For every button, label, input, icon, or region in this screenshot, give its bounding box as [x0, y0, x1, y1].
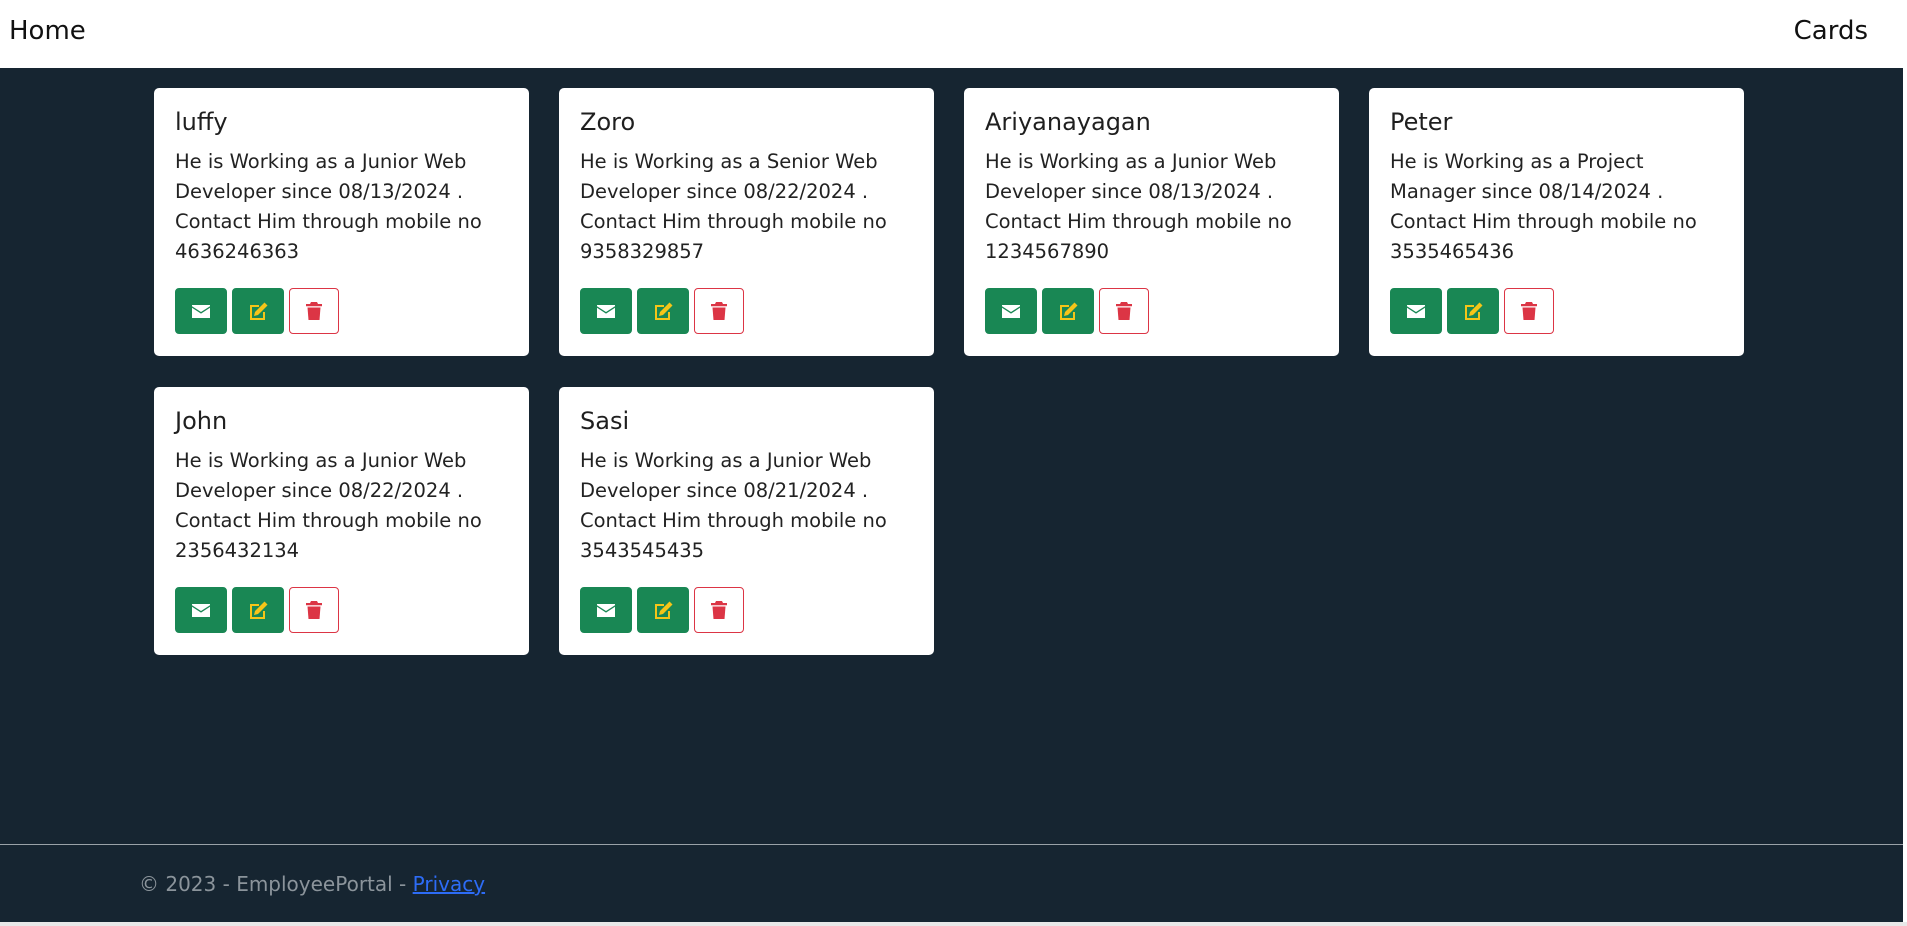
- edit-button[interactable]: [637, 288, 689, 334]
- employee-card: Peter He is Working as a Project Manager…: [1369, 88, 1744, 356]
- delete-button[interactable]: [1504, 288, 1554, 334]
- edit-button[interactable]: [232, 587, 284, 633]
- edit-button[interactable]: [1042, 288, 1094, 334]
- trash-icon: [1116, 302, 1132, 320]
- email-button[interactable]: [985, 288, 1037, 334]
- window-edge-bottom: [0, 922, 1907, 926]
- page-background: Home Cards luffy He is Working as a Juni…: [0, 0, 1903, 922]
- email-button[interactable]: [580, 288, 632, 334]
- nav-cards-link[interactable]: Cards: [1794, 14, 1868, 48]
- envelope-icon: [597, 603, 615, 617]
- edit-icon: [250, 601, 268, 619]
- employee-description: He is Working as a Project Manager since…: [1390, 150, 1697, 263]
- employee-card: Zoro He is Working as a Senior Web Devel…: [559, 88, 934, 356]
- card-actions: [580, 587, 744, 633]
- delete-button[interactable]: [289, 587, 339, 633]
- nav-home-link[interactable]: Home: [9, 14, 86, 48]
- envelope-icon: [1407, 304, 1425, 318]
- employee-name: Zoro: [580, 108, 636, 136]
- edit-icon: [1060, 302, 1078, 320]
- delete-button[interactable]: [694, 288, 744, 334]
- employee-description: He is Working as a Junior Web Developer …: [985, 150, 1292, 263]
- email-button[interactable]: [1390, 288, 1442, 334]
- footer: © 2023 - EmployeePortal - Privacy: [139, 871, 485, 897]
- employee-name: John: [175, 407, 228, 435]
- employee-card: Sasi He is Working as a Junior Web Devel…: [559, 387, 934, 655]
- employee-description: He is Working as a Senior Web Developer …: [580, 150, 887, 263]
- edit-button[interactable]: [1447, 288, 1499, 334]
- employee-card: luffy He is Working as a Junior Web Deve…: [154, 88, 529, 356]
- card-actions: [175, 587, 339, 633]
- envelope-icon: [192, 304, 210, 318]
- window-edge-right: [1903, 0, 1907, 926]
- trash-icon: [306, 601, 322, 619]
- card-actions: [175, 288, 339, 334]
- footer-copyright: © 2023 - EmployeePortal -: [139, 872, 413, 896]
- card-actions: [580, 288, 744, 334]
- envelope-icon: [597, 304, 615, 318]
- delete-button[interactable]: [694, 587, 744, 633]
- card-actions: [985, 288, 1149, 334]
- trash-icon: [1521, 302, 1537, 320]
- envelope-icon: [192, 603, 210, 617]
- employee-description: He is Working as a Junior Web Developer …: [175, 150, 482, 263]
- edit-icon: [655, 601, 673, 619]
- employee-card: John He is Working as a Junior Web Devel…: [154, 387, 529, 655]
- trash-icon: [306, 302, 322, 320]
- trash-icon: [711, 601, 727, 619]
- employee-description: He is Working as a Junior Web Developer …: [175, 449, 482, 562]
- edit-button[interactable]: [637, 587, 689, 633]
- edit-icon: [655, 302, 673, 320]
- footer-divider: [0, 844, 1903, 845]
- employee-name: Sasi: [580, 407, 630, 435]
- employee-name: luffy: [175, 108, 228, 136]
- employee-name: Ariyanayagan: [985, 108, 1151, 136]
- email-button[interactable]: [175, 587, 227, 633]
- delete-button[interactable]: [289, 288, 339, 334]
- delete-button[interactable]: [1099, 288, 1149, 334]
- edit-button[interactable]: [232, 288, 284, 334]
- card-actions: [1390, 288, 1554, 334]
- employee-card: Ariyanayagan He is Working as a Junior W…: [964, 88, 1339, 356]
- edit-icon: [1465, 302, 1483, 320]
- envelope-icon: [1002, 304, 1020, 318]
- employee-description: He is Working as a Junior Web Developer …: [580, 449, 887, 562]
- edit-icon: [250, 302, 268, 320]
- email-button[interactable]: [580, 587, 632, 633]
- trash-icon: [711, 302, 727, 320]
- email-button[interactable]: [175, 288, 227, 334]
- employee-name: Peter: [1390, 108, 1453, 136]
- privacy-link[interactable]: Privacy: [413, 872, 485, 896]
- navbar: Home Cards: [0, 0, 1903, 68]
